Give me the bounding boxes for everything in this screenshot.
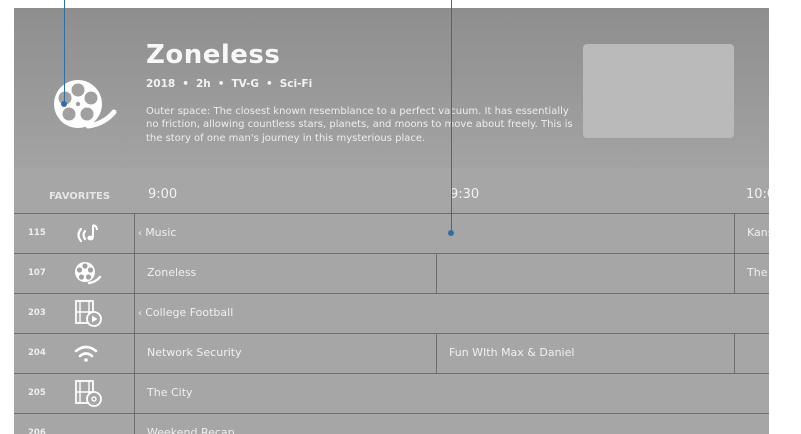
channel-number: 115 xyxy=(28,228,46,238)
channel-number: 203 xyxy=(28,308,46,318)
program-genre: Sci-Fi xyxy=(279,78,313,90)
channel-row-203: 203 College Football xyxy=(14,293,769,334)
program-cell[interactable] xyxy=(734,334,769,374)
program-cell[interactable]: Weekend Recap xyxy=(134,414,769,434)
callout-dot xyxy=(448,230,454,236)
channel-number: 107 xyxy=(28,268,46,278)
program-cell[interactable]: The City xyxy=(134,374,769,414)
preview-thumbnail xyxy=(583,44,734,138)
program-cell[interactable]: Network Security xyxy=(134,334,436,374)
film-reel-icon xyxy=(71,259,107,289)
program-cell[interactable]: College Football xyxy=(134,294,769,334)
time-slot-label: 9:00 xyxy=(148,187,178,202)
program-cell-next[interactable]: The Kitch xyxy=(734,254,769,294)
music-icon xyxy=(71,219,107,249)
tv-guide-screen: Zoneless 2018 • 2h • TV-G • Sci-Fi Outer space… xyxy=(14,8,769,434)
channel-number: 206 xyxy=(28,428,46,434)
program-cell-next[interactable]: Kansas C xyxy=(734,214,769,254)
channel-row-206: 206 Weekend Recap xyxy=(14,413,769,434)
program-cell[interactable]: Music xyxy=(134,214,734,254)
film-play-icon xyxy=(71,299,107,329)
callout-line xyxy=(64,0,65,103)
channel-row-107: 107 Zoneless The Kitch xyxy=(14,253,769,294)
program-title: Zoneless xyxy=(146,40,281,70)
program-year: 2018 xyxy=(146,78,176,90)
program-details-panel: Zoneless 2018 • 2h • TV-G • Sci-Fi Outer space… xyxy=(14,8,769,168)
program-cell[interactable] xyxy=(436,254,734,294)
channel-row-115: 115 Music Kansas C xyxy=(14,213,769,254)
film-reel-icon xyxy=(44,72,120,140)
program-meta: 2018 • 2h • TV-G • Sci-Fi xyxy=(146,78,312,90)
program-cell[interactable]: Fun WIth Max & Daniel xyxy=(436,334,734,374)
channel-number: 204 xyxy=(28,348,46,358)
callout-dot xyxy=(61,101,67,107)
channel-row-205: 205 The City xyxy=(14,373,769,414)
time-slot-label: 10:00 xyxy=(746,187,769,202)
program-cell[interactable]: Zoneless xyxy=(134,254,436,294)
meta-separator: • xyxy=(182,78,189,90)
meta-separator: • xyxy=(217,78,225,90)
wifi-icon xyxy=(71,339,107,369)
time-slot-label: 9:30 xyxy=(450,187,480,202)
time-header xyxy=(14,168,769,213)
favorites-label[interactable]: FAVORITES xyxy=(49,191,110,202)
channel-row-204: 204 Network Security Fun WIth Max & Dani… xyxy=(14,333,769,374)
channel-number: 205 xyxy=(28,388,46,398)
meta-separator: • xyxy=(265,78,273,90)
film-disc-icon xyxy=(71,379,107,409)
callout-line xyxy=(451,0,452,232)
program-description: Outer space: The closest known resemblan… xyxy=(146,106,573,144)
program-duration: 2h xyxy=(195,78,211,90)
program-rating: TV-G xyxy=(231,78,259,90)
